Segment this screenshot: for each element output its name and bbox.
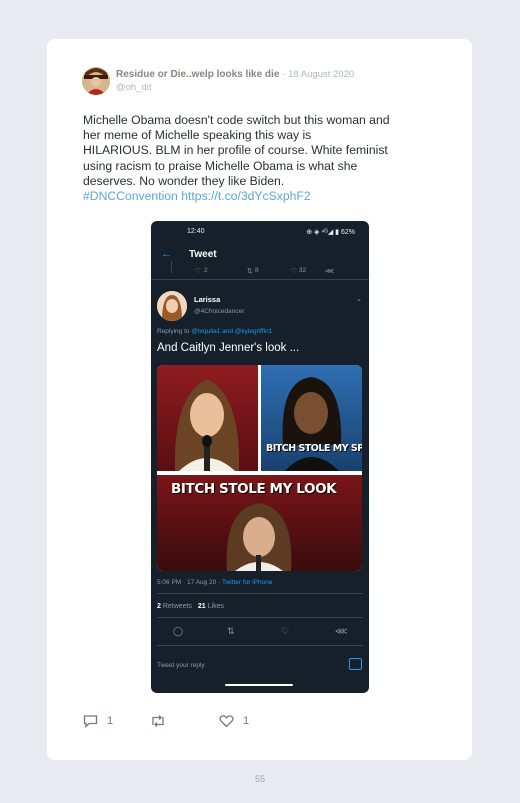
home-indicator	[225, 684, 293, 686]
replying-to: Replying to @txquila1 and @kylegriffin1	[157, 328, 272, 335]
meme-panel-bottom: BITCH STOLE MY LOOK	[157, 475, 362, 571]
replying-handles: @txquila1 and @kylegriffin1	[191, 328, 273, 335]
comment-icon	[83, 715, 98, 728]
hashtag-link[interactable]: #DNCConvention	[83, 189, 178, 203]
page-number: 55	[254, 774, 265, 784]
tweet-navbar: ← Tweet	[151, 245, 369, 269]
retweets-label: Retweets	[162, 603, 193, 610]
status-icons: ⊕ ◈ ⁴ᴳ◢ ▮ 62%	[306, 229, 355, 236]
prev-like-icon: ♡	[291, 268, 297, 275]
retweet-icon: ⇅	[227, 626, 235, 636]
heart-icon	[219, 715, 234, 728]
author-name[interactable]: Residue or Die..welp looks like die	[116, 69, 279, 80]
prev-count: 2	[204, 267, 208, 274]
embedded-author-name: Larissa	[194, 295, 221, 304]
share-icon: ⋘	[335, 626, 348, 636]
meme-caption-top: BITCH STOLE MY SPEECH	[266, 443, 362, 454]
previous-tweet-counts: ♡ 2 ⇅ 8 ♡ 32 ⋘	[171, 267, 351, 277]
embedded-screenshot: 12:40 ⊕ ◈ ⁴ᴳ◢ ▮ 62% ← Tweet ♡ 2 ⇅ 8 ♡ 32…	[151, 221, 369, 693]
prev-count: 8	[255, 267, 259, 274]
reply-icon: ◯	[173, 626, 184, 636]
prev-count: 32	[299, 267, 307, 274]
like-count: 1	[243, 715, 250, 727]
divider	[157, 617, 363, 618]
like-action[interactable]: 1	[219, 714, 249, 728]
retweet-action[interactable]	[150, 714, 166, 728]
likes-label: Likes	[207, 603, 224, 610]
retweet-icon	[152, 715, 164, 727]
reply-count: 1	[107, 715, 114, 727]
prev-share-icon: ⋘	[325, 268, 335, 275]
divider	[157, 593, 363, 594]
nav-title: Tweet	[189, 249, 217, 260]
separator-dot: ·	[282, 69, 286, 80]
post-text-line: HILARIOUS. BLM in her profile of course.…	[83, 143, 388, 158]
status-bar: 12:40 ⊕ ◈ ⁴ᴳ◢ ▮ 62%	[151, 221, 369, 243]
status-time: 12:40	[187, 228, 205, 235]
divider	[157, 645, 363, 646]
post-card: Residue or Die..welp looks like die · 18…	[47, 39, 472, 760]
embedded-author-handle: @4Choicedancer	[194, 308, 245, 315]
post-text-line: using racism to praise Michelle Obama is…	[83, 158, 358, 173]
reply-box: Tweet your reply	[157, 662, 205, 669]
prev-reply-icon: ♡	[195, 268, 201, 275]
like-count: 21	[197, 603, 206, 610]
tweet-stats: 2 Retweets 21 Likes	[157, 603, 224, 610]
camera-icon	[349, 658, 362, 670]
retweet-count: 2	[157, 603, 161, 610]
post-date[interactable]: 18 August 2020	[288, 69, 354, 80]
divider	[151, 279, 369, 280]
back-arrow-icon: ←	[161, 248, 172, 260]
post-text-line: Michelle Obama doesn't code switch but t…	[83, 113, 390, 127]
embedded-tweet-text: And Caitlyn Jenner's look ...	[157, 342, 300, 354]
post-header: Residue or Die..welp looks like die · 18…	[116, 69, 354, 80]
meme-image: BITCH STOLE MY SPEECH BITCH STOLE MY LOO…	[157, 365, 362, 571]
url-link[interactable]: https://t.co/3dYcSxphF2	[181, 189, 310, 203]
heart-icon: ♡	[281, 626, 290, 636]
meme-caption-bottom: BITCH STOLE MY LOOK	[171, 481, 337, 497]
reply-action[interactable]: 1	[83, 714, 113, 728]
post-text: Michelle Obama doesn't code switch but t…	[83, 113, 433, 204]
prev-retweet-icon: ⇅	[247, 268, 253, 275]
author-handle[interactable]: @oh_dit	[116, 82, 152, 93]
larissa-avatar	[157, 291, 187, 321]
chevron-down-icon: ⌄	[356, 296, 362, 303]
meme-panel-right: BITCH STOLE MY SPEECH	[261, 365, 362, 471]
replying-prefix: Replying to	[157, 328, 190, 335]
author-avatar[interactable]	[82, 67, 110, 95]
tweet-source: Twitter for iPhone	[221, 579, 273, 586]
post-text-line: deserves. No wonder they like Biden.	[83, 173, 285, 188]
post-text-line: her meme of Michelle speaking this way i…	[83, 128, 312, 143]
meme-panel-left	[157, 365, 258, 471]
timestamp-text: 5:06 PM · 17 Aug 20 ·	[157, 579, 221, 586]
tweet-timestamp: 5:06 PM · 17 Aug 20 · Twitter for iPhone	[157, 579, 273, 586]
